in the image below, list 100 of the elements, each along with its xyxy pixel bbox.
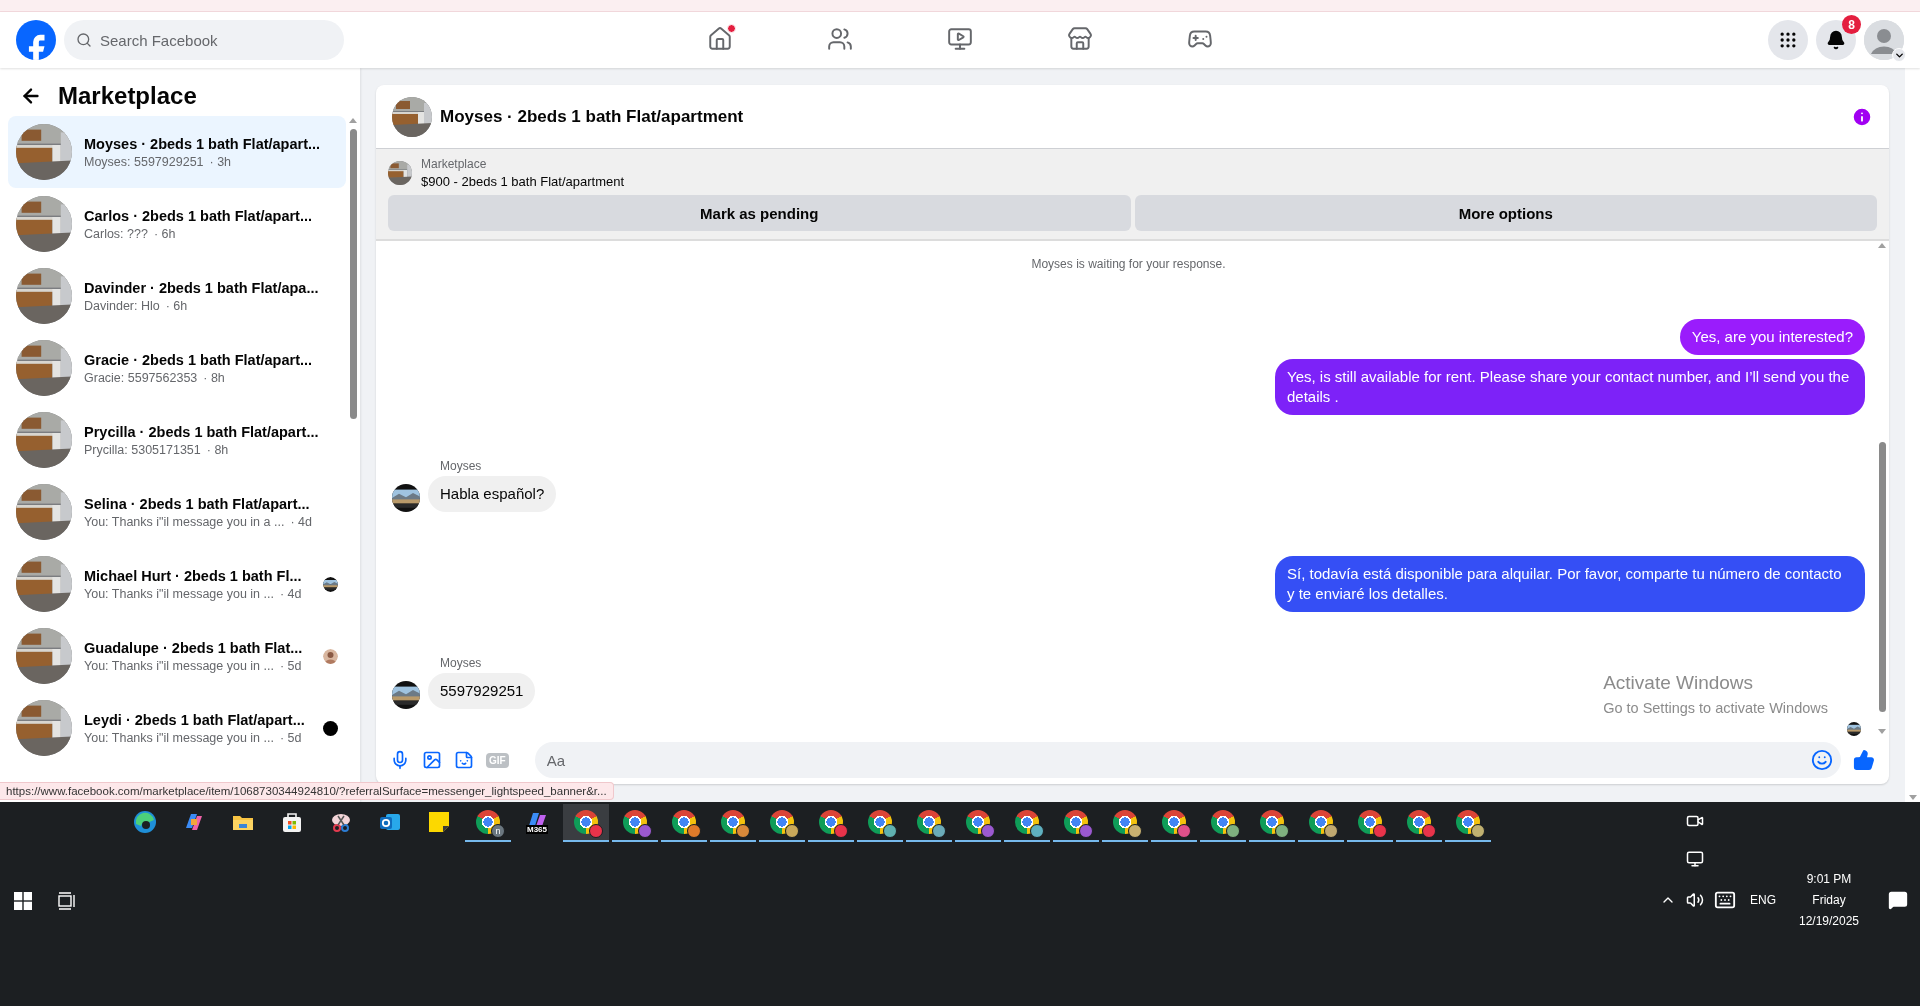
conversation-title: Leydi · 2beds 1 bath Flat/apart...: [84, 711, 306, 728]
chat-title: Moyses · 2beds 1 bath Flat/apartment: [440, 106, 745, 127]
store-icon: [1067, 25, 1093, 52]
activation-notice-text: Go to Settings to activate Windows: [1603, 700, 1828, 716]
sticker-button[interactable]: [454, 750, 474, 770]
sticky-note-icon: [427, 810, 451, 834]
smiley-icon: [1811, 749, 1833, 771]
message-preview: You: Thanks i"il message you in ...: [84, 658, 274, 673]
message-input[interactable]: Aa: [534, 742, 1841, 778]
sender-name: Moyses: [440, 656, 483, 670]
conversation-item[interactable]: Prycilla · 2beds 1 bath Flat/apart... Prycilla: 5305171351 · 8h: [8, 404, 346, 476]
conversation-title: Prycilla · 2beds 1 bath Flat/apart...: [84, 423, 320, 440]
store-bag-icon: [280, 810, 304, 834]
conversation-item[interactable]: Guadalupe · 2beds 1 bath Flat... You: Thanks i"il message you in ... · 5d: [8, 620, 346, 692]
sender-name: Moyses: [440, 459, 483, 473]
taskbar-app-button[interactable]: [563, 804, 609, 842]
message-preview: Carlos: ???: [84, 226, 148, 241]
message-preview: Davinder: Hlo: [84, 298, 160, 313]
message-time: · 3h: [209, 154, 232, 169]
notification-badge: 8: [1842, 15, 1861, 34]
message-time: · 6h: [165, 298, 188, 313]
avatar-icon: [1864, 20, 1904, 60]
conversation-title: Moyses · 2beds 1 bath Flat/apart...: [84, 135, 322, 152]
notifications-icon[interactable]: [1888, 890, 1908, 910]
listing-action-button[interactable]: More options: [1134, 195, 1877, 231]
listing-label: Marketplace: [421, 157, 488, 171]
received-message-bubble: 5597929251: [428, 673, 536, 709]
conversation-item[interactable]: Gracie · 2beds 1 bath Flat/apart... Gracie: 5597562353 · 8h: [8, 332, 346, 404]
message-time: · 5d: [279, 730, 302, 745]
conversation-title: Gracie · 2beds 1 bath Flat/apart...: [84, 351, 314, 368]
message-time: · 4d: [290, 514, 312, 529]
conversation-item[interactable]: Moyses · 2beds 1 bath Flat/apart... Moyses: 5597929251 · 3h: [8, 116, 346, 188]
thumbs-up-icon: [1853, 749, 1875, 771]
app-label: M365: [526, 824, 548, 834]
speaker-icon[interactable]: [1686, 891, 1704, 909]
message-preview: You: Thanks i"il message you in a ...: [84, 514, 285, 529]
message-preview: Moyses: 5597929251: [84, 154, 204, 169]
message-time: · 4d: [279, 586, 302, 601]
windows-icon: [14, 892, 32, 910]
grid-icon: [1778, 30, 1798, 50]
language-indicator[interactable]: ENG: [1750, 893, 1776, 907]
link-preview-url: https://www.facebook.com/marketplace/item/1068730344924810/?referralSurface=messenger_lightspeed_banner&r...: [0, 782, 614, 800]
clock-day: Friday: [1812, 893, 1846, 907]
listing-action-button[interactable]: Mark as pending: [388, 195, 1131, 231]
microphone-icon: [390, 750, 410, 770]
search-icon: [76, 32, 92, 48]
facebook-logo[interactable]: [16, 20, 56, 60]
message-time: · 8h: [206, 442, 229, 457]
voice-button[interactable]: [390, 750, 410, 770]
message-time: · 6h: [153, 226, 176, 241]
people-icon: [827, 25, 853, 52]
conversation-title: Michael Hurt · 2beds 1 bath Fl...: [84, 567, 303, 584]
video-icon: [947, 25, 973, 52]
profile-badge-icon: n: [491, 824, 505, 838]
message-time: · 8h: [203, 370, 225, 385]
received-message-bubble: Habla español?: [428, 476, 557, 512]
sidebar-title: Marketplace: [58, 82, 197, 110]
bell-icon: [1826, 30, 1846, 50]
sent-message-bubble: Yes, are you interested?: [1679, 319, 1865, 355]
account-button[interactable]: [1864, 20, 1904, 60]
conversation-item[interactable]: Michael Hurt · 2beds 1 bath Fl... You: Thanks i"il message you in ... · 4d: [8, 548, 346, 620]
conversation-title: Carlos · 2beds 1 bath Flat/apart...: [84, 207, 314, 224]
like-button[interactable]: [1853, 749, 1875, 771]
emoji-button[interactable]: [1811, 749, 1833, 771]
conversation-item[interactable]: Leydi · 2beds 1 bath Flat/apart... You: Thanks i"il message you in ... · 5d: [8, 692, 346, 764]
system-message: Moyses is waiting for your response.: [1031, 256, 1226, 273]
image-icon: [422, 750, 442, 770]
activation-notice-title: Activate Windows: [1603, 672, 1755, 694]
task-view-button[interactable]: [58, 892, 76, 910]
conversation-item[interactable]: Carlos · 2beds 1 bath Flat/apart... Carlos: ??? · 6h: [8, 188, 346, 260]
sent-message-bubble: Sí, todavía está disponible para alquilar. Por favor, comparte tu número de contacto y te enviaré los detalles.: [1275, 556, 1865, 612]
network-icon[interactable]: [1686, 850, 1704, 868]
photo-button[interactable]: [422, 750, 442, 770]
taskbar-app-button[interactable]: n: [465, 804, 511, 842]
message-preview: Gracie: 5597562353: [84, 370, 198, 385]
listing-title: $900 - 2beds 1 bath Flat/apartment: [421, 174, 625, 189]
conversation-title: Davinder · 2beds 1 bath Flat/apa...: [84, 279, 320, 296]
conversation-item[interactable]: Selina · 2beds 1 bath Flat/apart... You: Thanks i"il message you in a ... · 4d: [8, 476, 346, 548]
start-button[interactable]: [14, 892, 32, 910]
info-button[interactable]: [1851, 105, 1873, 128]
edge-icon: [133, 810, 157, 834]
home-icon: [707, 25, 733, 52]
info-icon: [1851, 105, 1873, 128]
message-preview: You: Thanks i"il message you in ...: [84, 586, 274, 601]
sent-message-bubble: Yes, is still available for rent. Please share your contact number, and I’ll send you the details .: [1275, 359, 1865, 415]
keyboard-icon[interactable]: [1714, 889, 1736, 911]
menu-button[interactable]: [1768, 20, 1808, 60]
conversation-title: Selina · 2beds 1 bath Flat/apart...: [84, 495, 311, 512]
clock-date: 12/19/2025: [1799, 914, 1860, 928]
clock[interactable]: 9:01 PM Friday 12/19/2025: [1794, 872, 1864, 928]
conversation-title: Guadalupe · 2beds 1 bath Flat...: [84, 639, 304, 656]
notifications-button[interactable]: [1816, 20, 1856, 60]
scrollbar[interactable]: [1905, 68, 1920, 802]
task-view-icon: [58, 892, 76, 910]
conversation-item[interactable]: Davinder · 2beds 1 bath Flat/apa... Davinder: Hlo · 6h: [8, 260, 346, 332]
search-field[interactable]: Search Facebook: [64, 20, 344, 60]
clock-time: 9:01 PM: [1806, 872, 1852, 886]
taskbar-app-button[interactable]: M365: [514, 804, 560, 842]
sticker-icon: [454, 750, 474, 770]
message-preview: You: Thanks i"il message you in ...: [84, 730, 274, 745]
